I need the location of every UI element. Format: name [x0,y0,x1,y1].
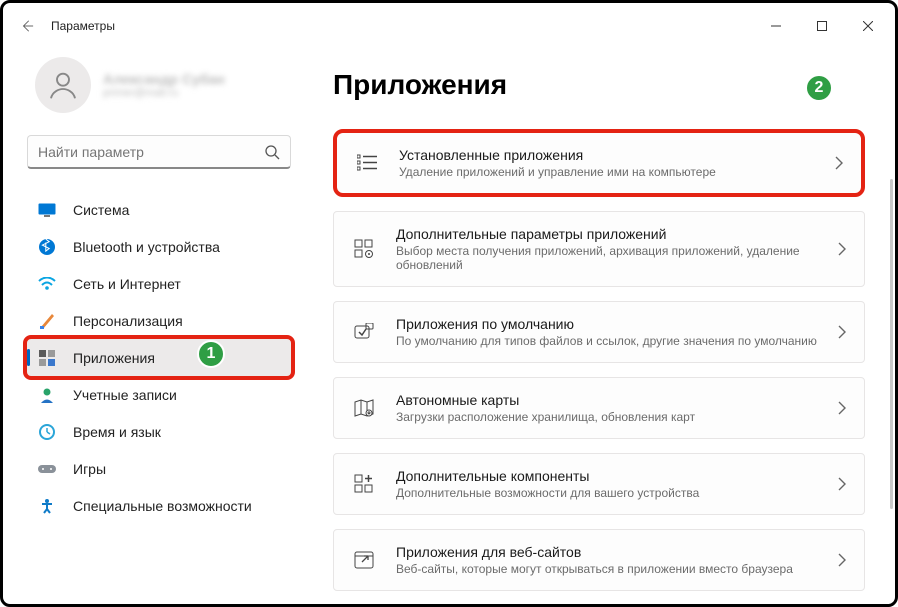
item-title: Автономные карты [396,392,838,408]
sidebar-item-personalization[interactable]: Персонализация [27,302,291,339]
item-desc: Выбор места получения приложений, архива… [396,244,838,272]
apps-icon [37,348,57,368]
item-advanced-app-settings[interactable]: Дополнительные параметры приложений Выбор… [333,211,865,287]
sidebar-item-accounts[interactable]: Учетные записи [27,376,291,413]
sidebar: Александр Субан primer@mail.ru Система B… [3,49,303,604]
nav-label: Специальные возможности [73,498,252,514]
item-default-apps[interactable]: Приложения по умолчанию По умолчанию для … [333,301,865,363]
item-optional-features[interactable]: Дополнительные компоненты Дополнительные … [333,453,865,515]
search-box[interactable] [27,135,291,169]
sidebar-item-apps[interactable]: 1 Приложения [27,339,291,376]
user-profile[interactable]: Александр Субан primer@mail.ru [35,57,291,113]
nav-label: Персонализация [73,313,183,329]
clock-icon [37,422,57,442]
scrollbar[interactable] [890,179,893,509]
item-desc: Загрузки расположение хранилища, обновле… [396,410,838,424]
person-icon [37,385,57,405]
chevron-right-icon [838,477,846,491]
sidebar-item-network[interactable]: Сеть и Интернет [27,265,291,302]
chevron-right-icon [838,242,846,256]
window-link-icon [352,548,376,572]
chevron-right-icon [838,401,846,415]
brush-icon [37,311,57,331]
item-desc: Веб-сайты, которые могут открываться в п… [396,562,838,576]
nav-label: Сеть и Интернет [73,276,181,292]
list-icon [355,151,379,175]
wifi-icon [37,274,57,294]
gamepad-icon [37,459,57,479]
sidebar-item-time[interactable]: Время и язык [27,413,291,450]
item-desc: По умолчанию для типов файлов и ссылок, … [396,334,838,348]
nav-label: Приложения [73,350,155,366]
nav-label: Время и язык [73,424,161,440]
window-title: Параметры [51,19,115,33]
nav-label: Игры [73,461,106,477]
back-button[interactable] [7,6,47,46]
minimize-button[interactable] [753,6,799,46]
titlebar: Параметры [3,3,895,49]
nav-label: Система [73,202,129,218]
bluetooth-icon [37,237,57,257]
avatar [35,57,91,113]
sidebar-item-bluetooth[interactable]: Bluetooth и устройства [27,228,291,265]
main-panel: Приложения 2 Установленные приложения Уда… [303,49,895,604]
defaults-icon [352,320,376,344]
item-title: Приложения по умолчанию [396,316,838,332]
close-button[interactable] [845,6,891,46]
highlight-annotation [23,335,295,380]
maximize-button[interactable] [799,6,845,46]
item-desc: Удаление приложений и управление ими на … [399,165,835,179]
app-gear-icon [352,237,376,261]
annotation-badge-1: 1 [197,340,225,368]
nav-label: Bluetooth и устройства [73,239,220,255]
chevron-right-icon [835,156,843,170]
item-installed-apps[interactable]: Установленные приложения Удаление приложе… [333,129,865,197]
user-name: Александр Субан [103,71,225,87]
item-desc: Дополнительные возможности для вашего ус… [396,486,838,500]
system-icon [37,200,57,220]
chevron-right-icon [838,325,846,339]
user-email: primer@mail.ru [103,87,225,99]
sidebar-item-system[interactable]: Система [27,191,291,228]
grid-plus-icon [352,472,376,496]
nav-label: Учетные записи [73,387,177,403]
item-apps-for-websites[interactable]: Приложения для веб-сайтов Веб-сайты, кото… [333,529,865,591]
page-title: Приложения [333,69,865,101]
search-input[interactable] [38,144,264,160]
accessibility-icon [37,496,57,516]
chevron-right-icon [838,553,846,567]
item-title: Дополнительные параметры приложений [396,226,838,242]
sidebar-item-accessibility[interactable]: Специальные возможности [27,487,291,524]
nav-list: Система Bluetooth и устройства Сеть и Ин… [27,191,291,524]
item-offline-maps[interactable]: Автономные карты Загрузки расположение хр… [333,377,865,439]
item-title: Установленные приложения [399,147,835,163]
item-title: Приложения для веб-сайтов [396,544,838,560]
sidebar-item-games[interactable]: Игры [27,450,291,487]
item-title: Дополнительные компоненты [396,468,838,484]
annotation-badge-2: 2 [805,74,833,102]
search-icon [264,144,280,160]
map-icon [352,396,376,420]
